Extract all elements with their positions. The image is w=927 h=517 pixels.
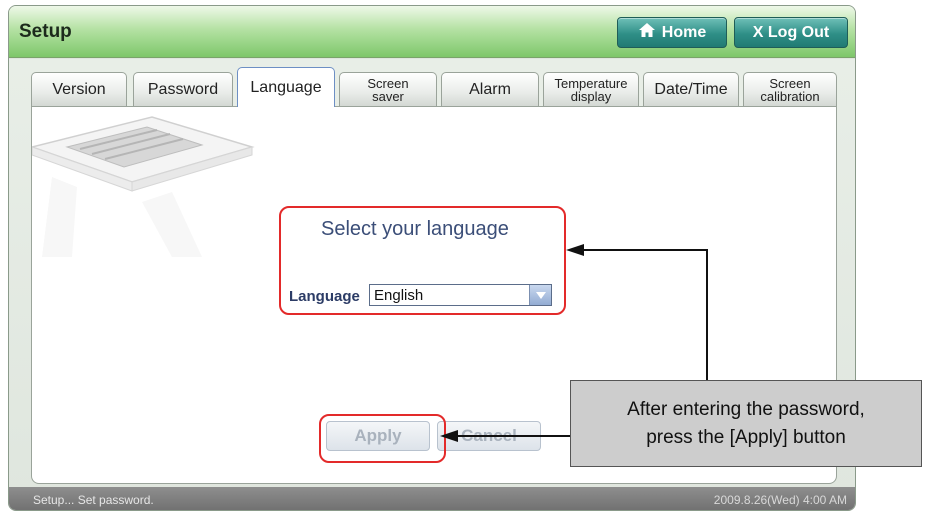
title-bar: Setup Home X Log Out	[9, 6, 855, 58]
language-field-label: Language	[289, 288, 360, 305]
tab-date-time[interactable]: Date/Time	[643, 72, 739, 106]
tab-screen-calibration-label-2: calibration	[760, 88, 820, 104]
home-icon	[638, 22, 656, 43]
tab-screen-saver-label-1: Screen	[367, 75, 409, 91]
language-heading: Select your language	[321, 218, 509, 240]
annotation-line-1: After entering the password,	[627, 398, 865, 420]
language-select[interactable]: English	[369, 284, 552, 306]
tab-screen-saver[interactable]: Screen saver	[339, 72, 437, 106]
home-button[interactable]: Home	[617, 17, 727, 48]
annotation-line-2: press the [Apply] button	[646, 426, 846, 448]
annotation-callout: After entering the password, press the […	[570, 380, 922, 467]
logout-button[interactable]: X Log Out	[734, 17, 848, 48]
tab-alarm[interactable]: Alarm	[441, 72, 539, 106]
tab-version-label: Version	[52, 80, 106, 98]
tab-password-label: Password	[147, 80, 219, 98]
status-message: Setup... Set password.	[33, 493, 154, 507]
tab-password[interactable]: Password	[133, 72, 233, 106]
tab-version[interactable]: Version	[31, 72, 127, 106]
language-select-value: English	[374, 287, 424, 304]
tab-date-time-label: Date/Time	[654, 80, 728, 98]
tab-temperature-display-label-2: display	[570, 88, 612, 104]
home-button-label: Home	[661, 23, 707, 41]
tab-screen-saver-label-2: saver	[372, 88, 404, 104]
tab-screen-calibration[interactable]: Screen calibration	[743, 72, 837, 106]
tab-language[interactable]: Language	[237, 67, 335, 107]
tab-temperature-display[interactable]: Temperature display	[543, 72, 639, 106]
page-title: Setup	[19, 21, 72, 42]
cancel-button[interactable]: Cancel	[437, 421, 541, 451]
tab-alarm-label: Alarm	[469, 80, 511, 98]
status-bar: Setup... Set password. 2009.8.26(Wed) 4:…	[9, 487, 855, 510]
cancel-button-label: Cancel	[461, 426, 517, 445]
tab-language-label: Language	[250, 78, 322, 96]
status-datetime: 2009.8.26(Wed) 4:00 AM	[713, 493, 847, 507]
chevron-down-icon[interactable]	[529, 285, 551, 305]
logout-button-label: X Log Out	[752, 23, 830, 41]
tab-temperature-display-label-1: Temperature	[554, 75, 628, 91]
apply-highlight-box	[319, 414, 446, 463]
tab-screen-calibration-label-1: Screen	[769, 75, 811, 91]
air-conditioner-illustration	[32, 116, 255, 257]
